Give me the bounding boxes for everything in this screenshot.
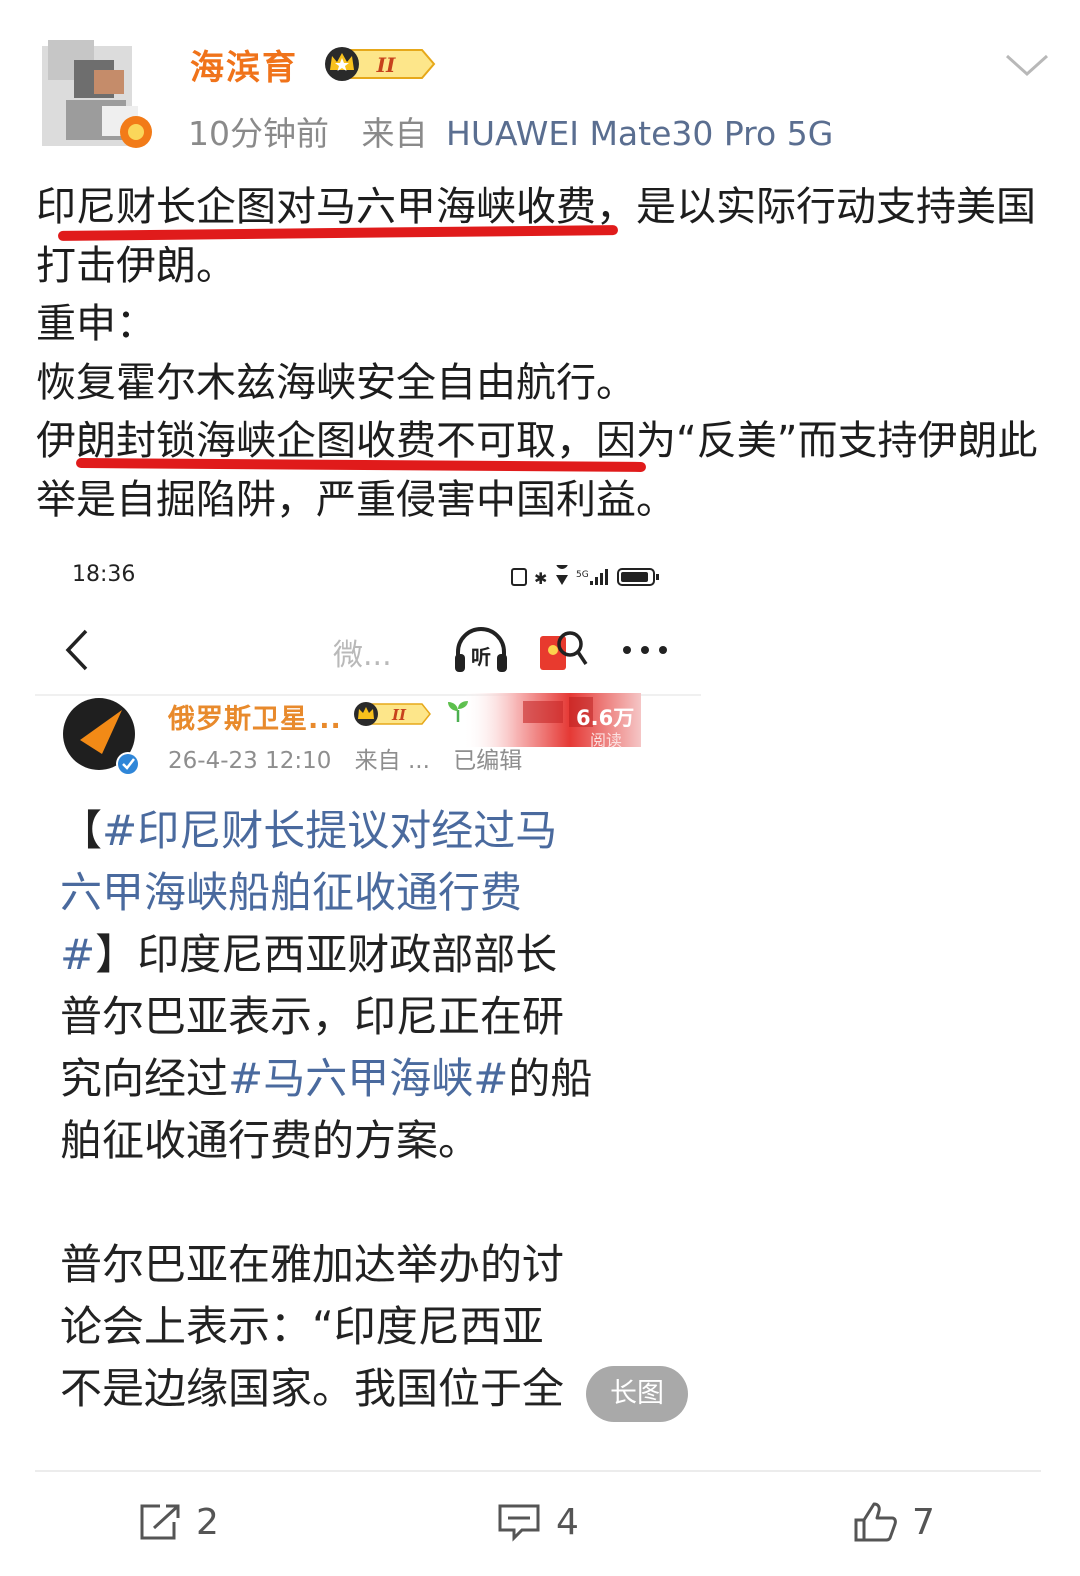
long-image-tag[interactable]: 长图 [586, 1366, 688, 1422]
embedded-line: 普尔巴亚表示，印尼正在研 [60, 992, 565, 1041]
bracket: 【 [60, 806, 103, 855]
thumbs-up-icon [854, 1502, 897, 1542]
svg-text:II: II [391, 706, 407, 724]
status-time: 18:36 [72, 562, 136, 587]
back-arrow-icon[interactable] [62, 627, 92, 673]
device-link[interactable]: HUAWEI Mate30 Pro 5G [446, 114, 833, 153]
headphones-icon[interactable]: 听 [452, 624, 510, 676]
account-avatar[interactable] [60, 696, 142, 778]
embedded-line: 论会上表示：“印度尼西亚 [60, 1302, 544, 1351]
post-line-2: 重申： [36, 301, 156, 347]
comment-button[interactable]: 4 [496, 1500, 579, 1544]
more-icon[interactable] [622, 642, 668, 656]
like-button[interactable]: 7 [852, 1500, 935, 1544]
topic-link[interactable]: #印尼财长提议对经过马 [102, 806, 557, 855]
comment-icon [498, 1504, 540, 1542]
embedded-text: 究向经过 [60, 1054, 229, 1103]
embedded-line: #】印度尼西亚财政部部长 [60, 924, 690, 986]
divider [35, 1470, 1041, 1472]
repost-count: 2 [196, 1501, 219, 1543]
embedded-line: 【#印尼财长提议对经过马 [60, 800, 690, 862]
account-name[interactable]: 俄罗斯卫星... [168, 697, 342, 736]
vip-badge-icon[interactable]: II [322, 44, 438, 84]
embedded-post-source: 来自 ... [354, 748, 430, 774]
post-line-3: 恢复霍尔木兹海峡安全自由航行。 [36, 359, 636, 406]
chevron-down-icon[interactable] [1003, 50, 1051, 80]
embedded-line: 普尔巴亚在雅加达举办的讨 [60, 1240, 565, 1289]
account-vip-badge-icon: II [352, 700, 434, 728]
svg-text:II: II [376, 53, 396, 77]
embedded-line: 六甲海峡船舶征收通行费 [60, 862, 690, 924]
source-prefix: 来自 [361, 114, 428, 153]
topic-link[interactable]: 六甲海峡船舶征收通行费 [60, 868, 522, 917]
post-time: 10分钟前 [188, 114, 329, 153]
topic-link[interactable]: # [60, 930, 95, 979]
embedded-post-date: 26-4-23 12:10 [168, 748, 332, 774]
embedded-text: 的船 [508, 1054, 593, 1103]
embedded-line: 舶征收通行费的方案。 [60, 1116, 481, 1165]
status-bar-icons: ✱ 5G [510, 557, 662, 589]
embedded-text: 】印度尼西亚财政部部长 [95, 930, 558, 979]
comment-count: 4 [556, 1501, 579, 1543]
svg-text:听: 听 [471, 645, 491, 669]
nav-title: 微... [333, 638, 392, 673]
svg-text:✱: ✱ [534, 569, 547, 588]
repost-button[interactable]: 2 [138, 1500, 219, 1544]
embedded-post-body: 【#印尼财长提议对经过马 六甲海峡船舶征收通行费 #】印度尼西亚财政部部长 普尔… [60, 800, 690, 1420]
share-icon [140, 1504, 180, 1540]
red-packet-search-icon[interactable] [538, 624, 588, 676]
user-avatar[interactable] [38, 40, 160, 158]
topic-link[interactable]: #马六甲海峡# [228, 1054, 508, 1103]
username[interactable]: 海滨育 [190, 40, 298, 89]
like-count: 7 [912, 1501, 935, 1543]
read-label: 阅读 [590, 731, 623, 750]
edited-label[interactable]: 已编辑 [453, 748, 522, 774]
embedded-post-meta: 26-4-23 12:10 来自 ... 已编辑 [168, 741, 538, 775]
embedded-line: 究向经过#马六甲海峡#的船 [60, 1048, 690, 1110]
post-meta: 10分钟前 来自 HUAWEI Mate30 Pro 5G [188, 107, 833, 155]
svg-text:5G: 5G [576, 570, 589, 580]
